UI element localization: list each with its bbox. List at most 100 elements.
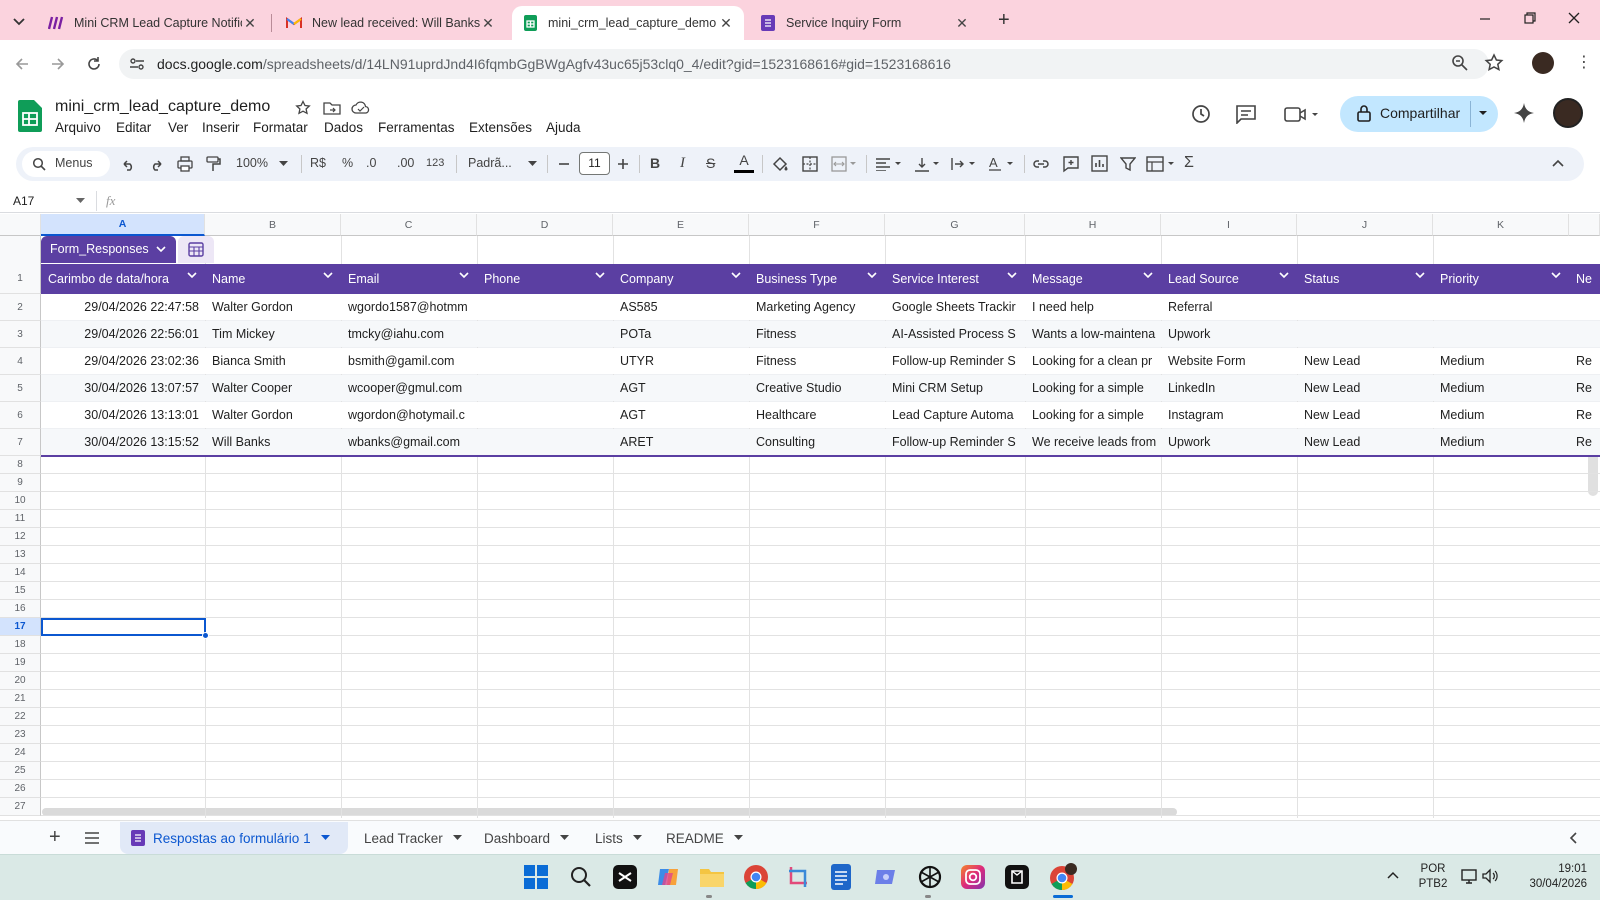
column-header-g[interactable]: G bbox=[885, 214, 1025, 236]
table-cell[interactable]: LinkedIn bbox=[1161, 379, 1297, 397]
row-header-22[interactable]: 22 bbox=[0, 708, 41, 726]
table-cell[interactable]: wbanks@gmail.com bbox=[341, 433, 477, 451]
row-header-14[interactable]: 14 bbox=[0, 564, 41, 582]
table-cell[interactable]: 29/04/2026 23:02:36 bbox=[41, 352, 205, 370]
browser-tab-forms[interactable]: Service Inquiry Form ✕ bbox=[750, 6, 980, 40]
chevron-down-icon[interactable] bbox=[595, 272, 605, 279]
restore-icon[interactable] bbox=[1522, 10, 1538, 26]
copilot-icon[interactable] bbox=[656, 865, 682, 889]
table-cell[interactable]: AGT bbox=[613, 379, 749, 397]
browser-tab-gmail[interactable]: New lead received: Will Banks [F ✕ bbox=[276, 6, 506, 40]
sheets-logo-icon[interactable] bbox=[18, 100, 42, 132]
star-icon[interactable] bbox=[295, 100, 311, 116]
redo-icon[interactable] bbox=[149, 157, 165, 171]
column-header-a[interactable]: A bbox=[41, 214, 205, 236]
column-header-c[interactable]: C bbox=[341, 214, 477, 236]
account-avatar[interactable] bbox=[1553, 98, 1583, 128]
all-sheets-icon[interactable] bbox=[84, 831, 100, 845]
table-cell[interactable]: Walter Gordon bbox=[205, 298, 341, 316]
table-cell[interactable]: UTYR bbox=[613, 352, 749, 370]
profile-avatar[interactable] bbox=[1532, 52, 1554, 74]
text-wrap-icon[interactable] bbox=[950, 156, 978, 172]
browser-menu-icon[interactable]: ⋮ bbox=[1576, 55, 1592, 71]
sheet-tab-lead-tracker[interactable]: Lead Tracker bbox=[364, 827, 462, 849]
chevron-down-icon[interactable] bbox=[320, 835, 330, 841]
column-header-e[interactable]: E bbox=[613, 214, 749, 236]
table-cell[interactable]: Wants a low-maintena bbox=[1025, 325, 1161, 343]
table-cell[interactable]: AS585 bbox=[613, 298, 749, 316]
meet-icon[interactable] bbox=[1283, 104, 1321, 124]
row-header-21[interactable]: 21 bbox=[0, 690, 41, 708]
zoom-icon[interactable] bbox=[1451, 54, 1469, 72]
table-header-cell[interactable]: Carimbo de data/hora bbox=[41, 264, 205, 294]
table-cell[interactable]: ARET bbox=[613, 433, 749, 451]
table-cell[interactable]: I need help bbox=[1025, 298, 1161, 316]
menu-arquivo[interactable]: Arquivo bbox=[55, 120, 101, 135]
move-folder-icon[interactable] bbox=[323, 100, 341, 116]
row-header-10[interactable]: 10 bbox=[0, 492, 41, 510]
font-size-decrease-icon[interactable] bbox=[558, 157, 570, 171]
table-cell[interactable]: Medium bbox=[1433, 379, 1569, 397]
column-header-j[interactable]: J bbox=[1297, 214, 1433, 236]
font-select[interactable]: Padrã... bbox=[468, 156, 512, 170]
table-cell[interactable]: Marketing Agency bbox=[749, 298, 885, 316]
table-cell[interactable]: Walter Cooper bbox=[205, 379, 341, 397]
sheet-tab-respostas[interactable]: Respostas ao formulário 1 bbox=[131, 827, 330, 849]
menu-ajuda[interactable]: Ajuda bbox=[546, 120, 581, 135]
chevron-down-icon[interactable] bbox=[1415, 272, 1425, 279]
table-cell[interactable]: 30/04/2026 13:13:01 bbox=[41, 406, 205, 424]
close-tab-icon[interactable]: ✕ bbox=[718, 15, 734, 32]
table-cell[interactable]: POTa bbox=[613, 325, 749, 343]
filter-icon[interactable] bbox=[1120, 156, 1136, 172]
table-cell[interactable]: New Lead bbox=[1297, 379, 1433, 397]
zoom-select[interactable]: 100% bbox=[236, 156, 268, 170]
name-box[interactable]: A17 bbox=[13, 194, 34, 208]
chatgpt-icon[interactable] bbox=[917, 864, 943, 890]
row-header-26[interactable]: 26 bbox=[0, 780, 41, 798]
table-header-cell[interactable]: Email bbox=[341, 264, 477, 294]
functions-icon[interactable]: Σ bbox=[1184, 154, 1194, 172]
row-header-1[interactable]: 1 bbox=[0, 264, 41, 294]
system-clock[interactable]: 19:01 30/04/2026 bbox=[1513, 862, 1587, 892]
table-header-cell[interactable]: Phone bbox=[477, 264, 613, 294]
table-header-cell[interactable]: Service Interest bbox=[885, 264, 1025, 294]
forward-icon[interactable] bbox=[49, 55, 67, 73]
table-cell[interactable]: Re bbox=[1569, 379, 1600, 397]
back-icon[interactable] bbox=[13, 55, 31, 73]
table-cell[interactable]: tmcky@iahu.com bbox=[341, 325, 477, 343]
site-settings-icon[interactable] bbox=[128, 55, 146, 73]
row-header-4[interactable]: 4 bbox=[0, 348, 41, 375]
chrome-profile-icon[interactable] bbox=[1049, 863, 1077, 891]
chevron-down-icon[interactable] bbox=[323, 272, 333, 279]
table-name-chip[interactable]: Form_Responses bbox=[41, 236, 176, 263]
selected-cell[interactable] bbox=[41, 618, 206, 636]
paint-format-icon[interactable] bbox=[205, 156, 221, 172]
table-cell[interactable]: New Lead bbox=[1297, 406, 1433, 424]
table-cell[interactable]: Walter Gordon bbox=[205, 406, 341, 424]
row-header-7[interactable]: 7 bbox=[0, 429, 41, 456]
table-cell[interactable]: Fitness bbox=[749, 325, 885, 343]
table-cell[interactable]: Tim Mickey bbox=[205, 325, 341, 343]
table-cell[interactable]: Re bbox=[1569, 433, 1600, 451]
text-rotation-icon[interactable]: A bbox=[988, 154, 1016, 172]
new-tab-icon[interactable]: + bbox=[998, 9, 1010, 32]
column-header-h[interactable]: H bbox=[1025, 214, 1161, 236]
bold-icon[interactable]: B bbox=[650, 155, 660, 171]
row-header-25[interactable]: 25 bbox=[0, 762, 41, 780]
table-header-cell[interactable]: Ne bbox=[1569, 264, 1600, 294]
strikethrough-icon[interactable]: S bbox=[706, 155, 715, 171]
close-window-icon[interactable] bbox=[1566, 10, 1582, 26]
table-cell[interactable]: New Lead bbox=[1297, 433, 1433, 451]
text-color-icon[interactable]: A bbox=[734, 152, 754, 174]
capcut-icon[interactable] bbox=[613, 865, 637, 889]
table-cell[interactable]: 29/04/2026 22:47:58 bbox=[41, 298, 205, 316]
row-header-12[interactable]: 12 bbox=[0, 528, 41, 546]
zoom-dropdown-icon[interactable] bbox=[279, 161, 288, 167]
number-format-button[interactable]: 123 bbox=[426, 157, 444, 169]
minimize-icon[interactable] bbox=[1477, 10, 1493, 26]
insert-comment-icon[interactable] bbox=[1062, 155, 1080, 173]
menu-ver[interactable]: Ver bbox=[168, 120, 188, 135]
vertical-align-icon[interactable] bbox=[914, 156, 942, 172]
chrome-icon[interactable] bbox=[743, 864, 769, 890]
row-header-27[interactable]: 27 bbox=[0, 798, 41, 816]
